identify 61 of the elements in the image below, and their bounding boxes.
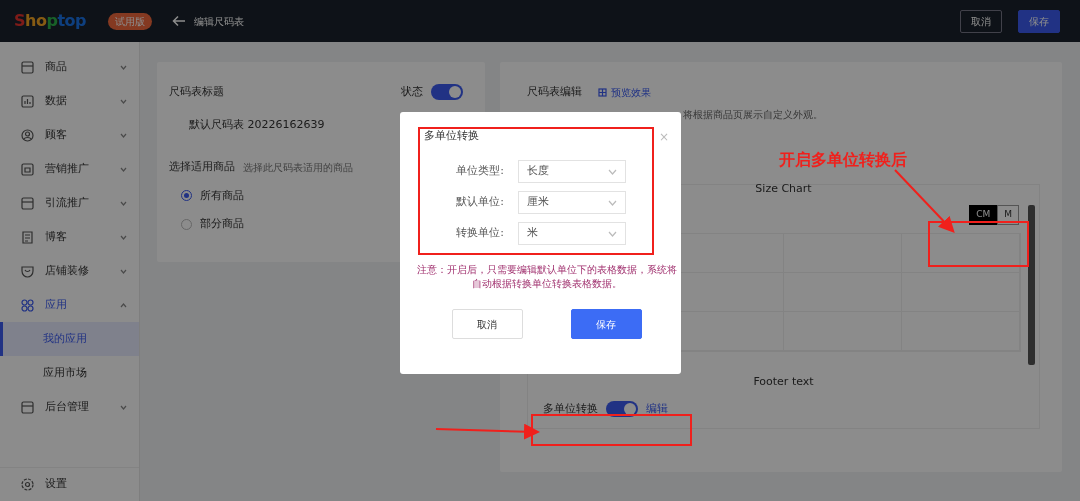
sidebar-item[interactable]: 数据 <box>0 84 139 118</box>
scrollbar[interactable] <box>1028 204 1035 365</box>
dialog-title: 多单位转换 <box>424 128 479 144</box>
field-label: 默认单位: <box>455 194 504 211</box>
status-toggle[interactable] <box>431 84 463 101</box>
chart-icon <box>20 93 35 109</box>
annotation-arrow <box>894 169 955 233</box>
apps-icon <box>20 297 35 313</box>
shop-icon <box>20 263 35 279</box>
field-label: 选择适用商品 <box>169 159 235 175</box>
field-label: 转换单位: <box>455 225 504 242</box>
box-icon <box>20 195 35 211</box>
plan-badge: 试用版 <box>107 12 152 30</box>
page-title: 编辑尺码表 <box>193 14 244 29</box>
preview-link[interactable]: 预览效果 <box>598 84 651 100</box>
field-label: 多单位转换 <box>543 400 598 417</box>
cancel-button[interactable]: 取消 <box>451 309 523 339</box>
unit-toggle[interactable]: M <box>997 205 1019 225</box>
title-value: 默认尺码表 20226162639 <box>189 116 326 133</box>
sidebar-item[interactable]: 应用 <box>0 288 139 322</box>
settings-item[interactable]: 设置 <box>0 467 139 501</box>
sidebar-item[interactable]: 博客 <box>0 220 139 254</box>
description: 将根据商品页展示自定义外观。 <box>683 107 824 122</box>
field-label: 状态 <box>401 84 423 100</box>
section-title: 尺码表编辑 <box>527 84 582 100</box>
sidebar-item[interactable]: 营销推广 <box>0 152 139 186</box>
save-button[interactable]: 保存 <box>1018 9 1060 33</box>
sidebar-subitem[interactable]: 我的应用 <box>0 322 139 356</box>
chart-title: Size Chart <box>754 180 813 197</box>
field-hint: 选择此尺码表适用的商品 <box>243 160 353 175</box>
select-field[interactable]: 米 <box>518 222 626 245</box>
cancel-button[interactable]: 取消 <box>960 9 1002 33</box>
footer-text: Footer text <box>752 373 815 390</box>
settings-icon <box>20 477 35 492</box>
select-field[interactable]: 厘米 <box>518 191 626 214</box>
option-label: 部分商品 <box>200 216 244 232</box>
chevron-down-icon <box>608 230 617 237</box>
grid-icon <box>598 87 607 97</box>
back-arrow-icon[interactable] <box>171 15 186 27</box>
select-field[interactable]: 长度 <box>518 160 626 183</box>
sidebar-item[interactable]: 店铺装修 <box>0 254 139 288</box>
sidebar-item[interactable]: 商品 <box>0 50 139 84</box>
field-label: 尺码表标题 <box>169 84 225 100</box>
chevron-down-icon <box>608 168 617 175</box>
box-icon <box>20 59 35 75</box>
sidebar-item[interactable]: 引流推广 <box>0 186 139 220</box>
box-icon <box>20 399 35 415</box>
edit-link[interactable]: 编辑 <box>646 400 668 417</box>
sidebar-item[interactable]: 后台管理 <box>0 390 139 424</box>
user-icon <box>20 127 35 143</box>
chevron-down-icon <box>608 199 617 206</box>
save-button[interactable]: 保存 <box>570 309 642 339</box>
option-label: 所有商品 <box>200 187 244 204</box>
note-text: 注意：开启后，只需要编辑默认单位下的表格数据，系统将自动根据转换单位转换表格数据。 <box>416 263 677 291</box>
field-label: 单位类型: <box>455 163 504 180</box>
logo: Shoptop <box>14 10 86 32</box>
unit-toggle[interactable]: CM <box>969 205 998 225</box>
document-icon <box>20 229 35 245</box>
annotation-text: 开启多单位转换后 <box>779 149 907 171</box>
sidebar-item[interactable]: 顾客 <box>0 118 139 152</box>
sidebar-subitem[interactable]: 应用市场 <box>0 356 139 390</box>
